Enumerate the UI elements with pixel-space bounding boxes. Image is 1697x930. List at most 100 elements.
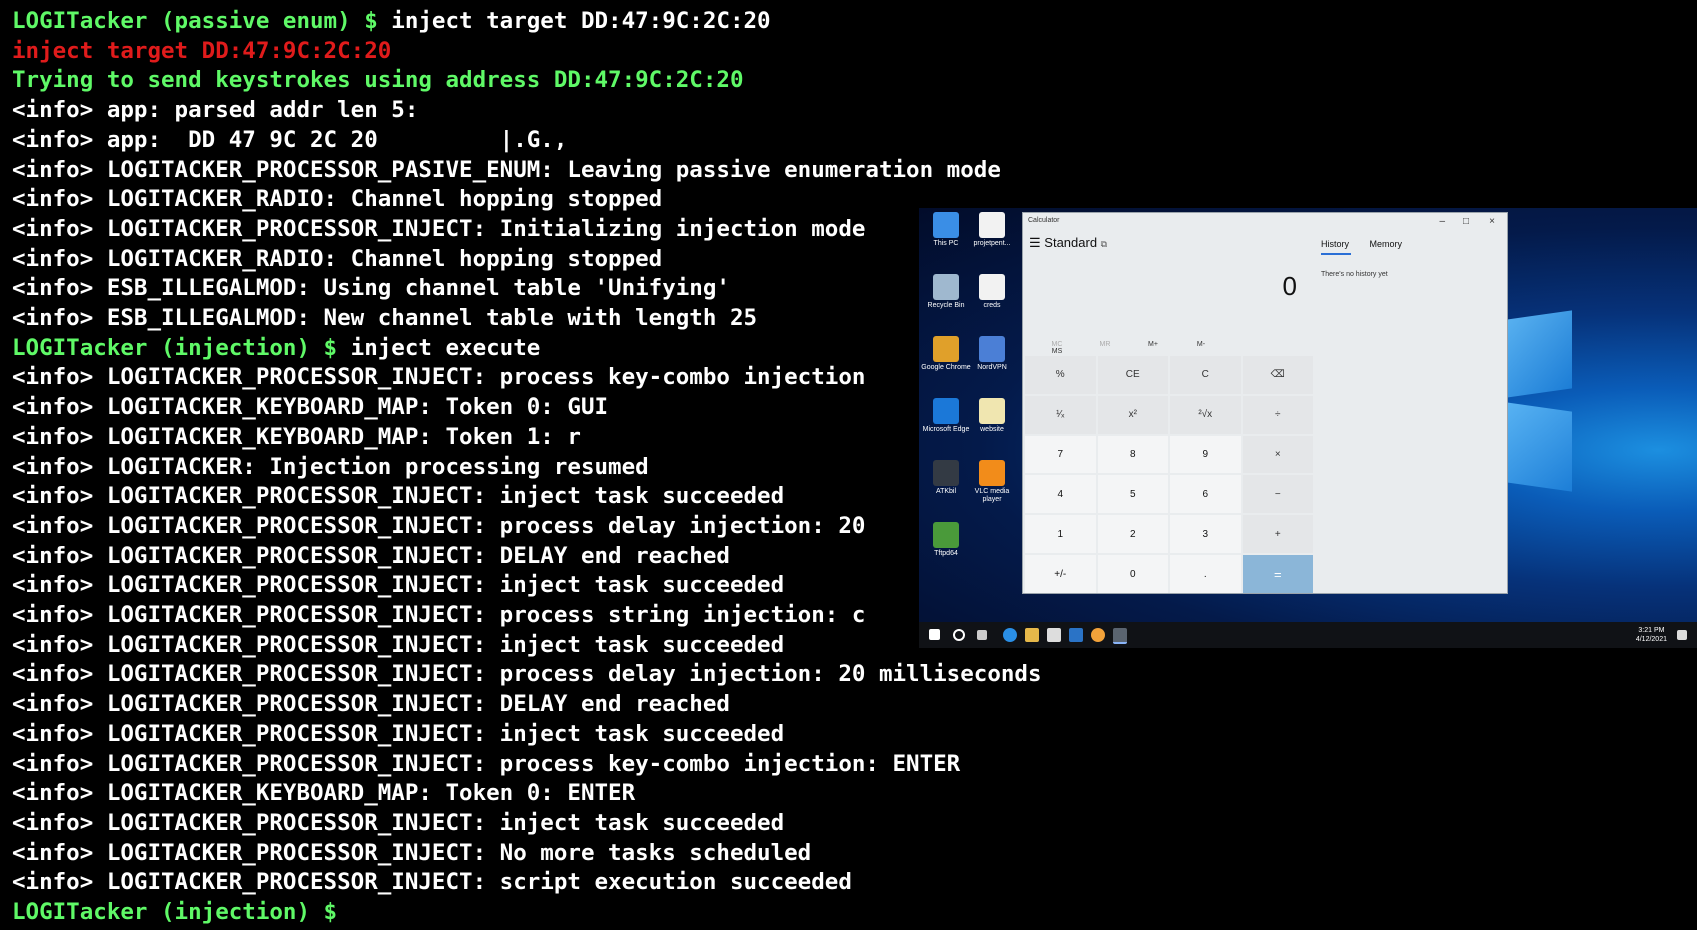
calculator-taskbar-icon[interactable]	[1113, 628, 1127, 644]
vlc-icon	[979, 460, 1005, 486]
log-message: <info> LOGITACKER_RADIO: Channel hopping…	[12, 186, 663, 213]
calculator-window[interactable]: Calculator – □ × ☰ Standard ⧉ 0 MC MR M+ M-…	[1022, 212, 1508, 594]
edge-icon	[933, 398, 959, 424]
this-pc-icon	[933, 212, 959, 238]
log-message: <info> LOGITACKER_KEYBOARD_MAP: Token 1:…	[12, 423, 581, 450]
calculator-key[interactable]: 7	[1025, 435, 1096, 474]
desktop-shortcut-label: projetpent...	[973, 240, 1011, 247]
desktop-shortcut[interactable]: Recycle Bin	[921, 274, 971, 310]
calculator-key[interactable]: +/-	[1025, 555, 1096, 593]
terminal-line: <info> app: parsed addr len 5:	[12, 95, 418, 125]
desktop-shortcut[interactable]: website	[967, 398, 1017, 434]
terminal-line: <info> ESB_ILLEGALMOD: New channel table…	[12, 303, 757, 333]
calculator-display: 0	[1282, 271, 1297, 301]
shell-command: inject target DD:47:9C:2C:20	[391, 8, 771, 34]
start-button-icon[interactable]	[929, 629, 940, 640]
hamburger-menu-icon[interactable]: ☰	[1029, 235, 1041, 250]
calculator-key[interactable]: CE	[1097, 356, 1168, 394]
keep-on-top-icon[interactable]: ⧉	[1101, 239, 1107, 249]
remote-desktop[interactable]: This PC projetpent... Recycle Bin creds Goog…	[919, 208, 1697, 648]
history-tabs: History Memory	[1321, 239, 1420, 249]
desktop-shortcut[interactable]: creds	[967, 274, 1017, 310]
desktop-shortcut-label: ATKbil	[935, 488, 957, 495]
calculator-key[interactable]: %	[1025, 356, 1096, 394]
calculator-title: Calculator	[1028, 217, 1060, 224]
desktop-shortcut[interactable]: Google Chrome	[921, 336, 971, 372]
memory-button[interactable]: M-	[1177, 341, 1225, 348]
calculator-key[interactable]: 0	[1097, 555, 1168, 593]
desktop-shortcut-label: Microsoft Edge	[922, 426, 970, 433]
file-explorer-icon[interactable]	[1025, 628, 1039, 642]
desktop-shortcut-label: website	[980, 426, 1004, 433]
log-message: <info> LOGITACKER_PROCESSOR_INJECT: inje…	[12, 631, 785, 658]
desktop-shortcut-label: VLC media player	[974, 488, 1010, 503]
tab-memory[interactable]: Memory	[1370, 239, 1403, 249]
terminal-line: <info> LOGITACKER_RADIO: Channel hopping…	[12, 244, 662, 274]
calculator-key[interactable]: 1	[1025, 515, 1096, 554]
calculator-key[interactable]: −	[1242, 475, 1313, 514]
mode-label: Standard	[1044, 235, 1098, 250]
log-message: <info> LOGITACKER_KEYBOARD_MAP: Token 0:…	[12, 780, 636, 807]
terminal-line: <info> LOGITACKER_KEYBOARD_MAP: Token 0:…	[12, 778, 635, 808]
log-message: <info> LOGITACKER_PROCESSOR_INJECT: proc…	[12, 750, 961, 777]
task-view-icon[interactable]	[977, 630, 987, 640]
desktop-shortcut[interactable]: NordVPN	[967, 336, 1017, 372]
status-message: Trying to send keystrokes using address …	[12, 67, 744, 94]
taskbar: 3:21 PM 4/12/2021	[919, 622, 1697, 648]
log-message: <info> ESB_ILLEGALMOD: Using channel tab…	[12, 275, 730, 302]
terminal-line: <info> LOGITACKER_PROCESSOR_PASIVE_ENUM:…	[12, 155, 1001, 185]
calculator-key[interactable]: 8	[1097, 435, 1168, 474]
close-icon[interactable]: ×	[1489, 216, 1495, 227]
notification-icon[interactable]	[1677, 630, 1687, 640]
edge-taskbar-icon[interactable]	[1003, 628, 1017, 642]
terminal-line: <info> LOGITACKER_PROCESSOR_INJECT: proc…	[12, 511, 865, 541]
calculator-key[interactable]: ¹⁄ₓ	[1025, 395, 1096, 434]
shell-command: inject execute	[350, 334, 541, 361]
app-icon	[933, 460, 959, 486]
command-echo: inject target DD:47:9C:2C:20	[12, 37, 392, 64]
shell-prompt: LOGITacker (injection) $	[12, 899, 351, 925]
calculator-key[interactable]: .	[1170, 555, 1241, 593]
maximize-icon[interactable]: □	[1463, 216, 1469, 227]
calculator-key[interactable]: 4	[1025, 475, 1096, 514]
store-icon[interactable]	[1047, 628, 1061, 642]
desktop-shortcut[interactable]: Tftpd64	[921, 522, 971, 558]
terminal-line: <info> LOGITACKER_PROCESSOR_INJECT: scri…	[12, 867, 852, 897]
calculator-key[interactable]: 9	[1170, 435, 1241, 474]
terminal-line: LOGITacker (passive enum) $ inject targe…	[12, 6, 771, 36]
tab-history[interactable]: History	[1321, 239, 1349, 249]
mail-icon[interactable]	[1069, 628, 1083, 642]
calculator-key[interactable]: 3	[1170, 515, 1241, 554]
calculator-key[interactable]: 2	[1097, 515, 1168, 554]
system-clock[interactable]: 3:21 PM 4/12/2021	[1636, 626, 1667, 644]
desktop-shortcut-label: Recycle Bin	[927, 302, 965, 309]
memory-button[interactable]: MS	[1033, 348, 1081, 355]
calculator-key[interactable]: ⌫	[1242, 356, 1313, 394]
terminal-line: <info> LOGITACKER_PROCESSOR_INJECT: inje…	[12, 570, 784, 600]
calculator-key[interactable]: C	[1170, 356, 1241, 394]
calculator-key[interactable]: ²√x	[1170, 395, 1241, 434]
desktop-shortcut[interactable]: projetpent...	[967, 212, 1017, 248]
desktop-shortcut-label: creds	[983, 302, 1001, 309]
desktop-shortcut[interactable]: Microsoft Edge	[921, 398, 971, 434]
calculator-key[interactable]: 6	[1170, 475, 1241, 514]
calculator-key[interactable]: =	[1242, 555, 1313, 593]
desktop-shortcut[interactable]: ATKbil	[921, 460, 971, 496]
minimize-icon[interactable]: –	[1439, 216, 1445, 227]
calculator-mode[interactable]: ☰ Standard ⧉	[1029, 235, 1107, 251]
calculator-key[interactable]: x²	[1097, 395, 1168, 434]
calculator-key[interactable]: +	[1242, 515, 1313, 554]
desktop-shortcut[interactable]: This PC	[921, 212, 971, 248]
log-message: <info> LOGITACKER: Injection processing …	[12, 453, 649, 480]
calculator-key[interactable]: ÷	[1242, 395, 1313, 434]
log-message: <info> LOGITACKER_PROCESSOR_PASIVE_ENUM:…	[12, 156, 1001, 183]
desktop-shortcut[interactable]: VLC media player	[967, 460, 1017, 504]
calculator-key[interactable]: ×	[1242, 435, 1313, 474]
memory-button[interactable]: M+	[1129, 341, 1177, 348]
app-taskbar-icon[interactable]	[1091, 628, 1105, 642]
memory-button[interactable]: MR	[1081, 341, 1129, 348]
memory-button[interactable]: MC	[1033, 341, 1081, 348]
calculator-key[interactable]: 5	[1097, 475, 1168, 514]
search-icon[interactable]	[953, 629, 965, 641]
log-message: <info> app: DD 47 9C 2C 20 |.G.,	[12, 126, 568, 153]
